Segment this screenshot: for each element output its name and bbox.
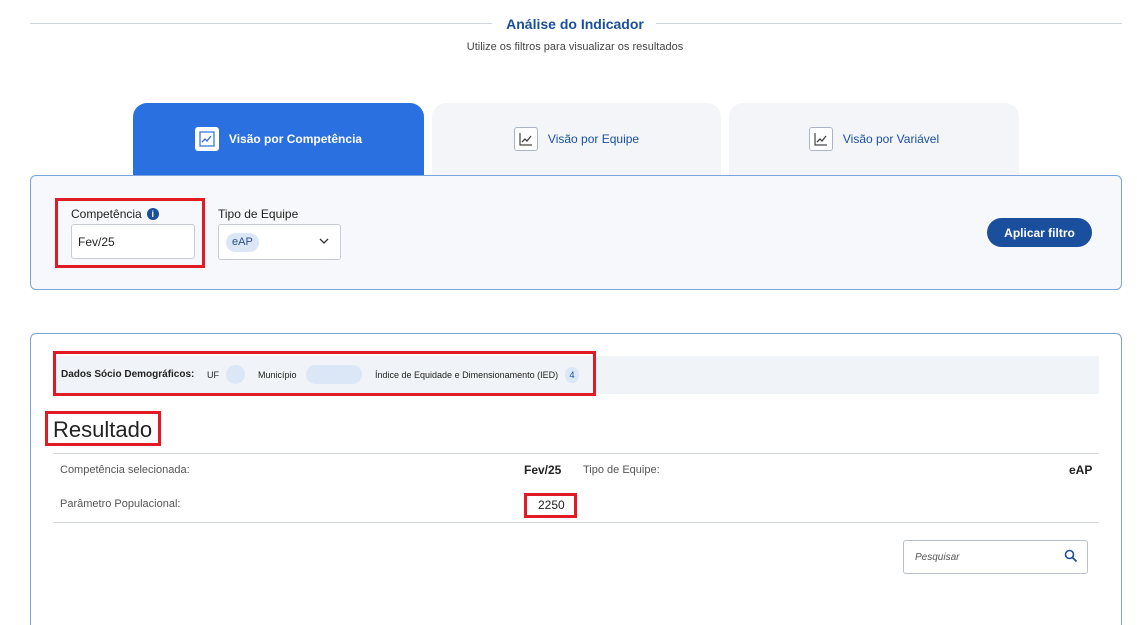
search-icon[interactable]	[1064, 549, 1078, 563]
tipo-equipe-result-value: eAP	[1069, 463, 1093, 477]
page: Análise do Indicador Utilize os filtros …	[0, 0, 1137, 625]
chevron-down-icon	[319, 238, 329, 244]
municipio-label: Município	[258, 370, 297, 380]
tab-label: Visão por Competência	[228, 132, 363, 146]
info-icon[interactable]: i	[146, 208, 159, 220]
page-title: Análise do Indicador	[506, 16, 644, 32]
line-chart-icon	[808, 127, 833, 151]
tipo-equipe-select[interactable]: eAP	[218, 224, 341, 260]
line-chart-icon	[194, 127, 219, 151]
uf-value-chip	[226, 365, 245, 384]
parametro-populacional-label: Parâmetro Populacional:	[60, 498, 181, 510]
tab-visao-por-equipe[interactable]: Visão por Equipe	[432, 103, 721, 175]
ied-label: Índice de Equidade e Dimensionamento (IE…	[375, 370, 559, 380]
search-placeholder: Pesquisar	[915, 552, 960, 563]
line-chart-icon	[513, 127, 538, 151]
tab-label: Visão por Variável	[842, 132, 940, 146]
tab-visao-por-variavel[interactable]: Visão por Variável	[729, 103, 1019, 175]
ied-value-badge: 4	[565, 367, 579, 383]
competencia-label: Competência i	[71, 207, 159, 221]
competencia-selecionada-label: Competência selecionada:	[60, 464, 190, 476]
competencia-selecionada-value: Fev/25	[524, 463, 562, 477]
tipo-equipe-label: Tipo de Equipe	[218, 207, 299, 221]
demographics-title: Dados Sócio Demográficos:	[61, 369, 195, 380]
competencia-input[interactable]: Fev/25	[71, 224, 195, 259]
municipio-value-chip	[306, 365, 362, 384]
parametro-populacional-value: 2250	[538, 498, 565, 512]
uf-label: UF	[207, 370, 219, 380]
selected-chip: eAP	[226, 233, 259, 252]
page-subtitle: Utilize os filtros para visualizar os re…	[466, 41, 684, 53]
divider	[53, 522, 1099, 523]
result-title: Resultado	[53, 417, 153, 442]
tipo-equipe-result-label: Tipo de Equipe:	[583, 464, 660, 476]
tab-visao-por-competencia[interactable]: Visão por Competência	[133, 103, 424, 175]
apply-filter-button[interactable]: Aplicar filtro	[987, 218, 1092, 247]
tab-label: Visão por Equipe	[547, 132, 640, 146]
divider	[53, 453, 1099, 454]
search-input[interactable]: Pesquisar	[903, 540, 1088, 574]
